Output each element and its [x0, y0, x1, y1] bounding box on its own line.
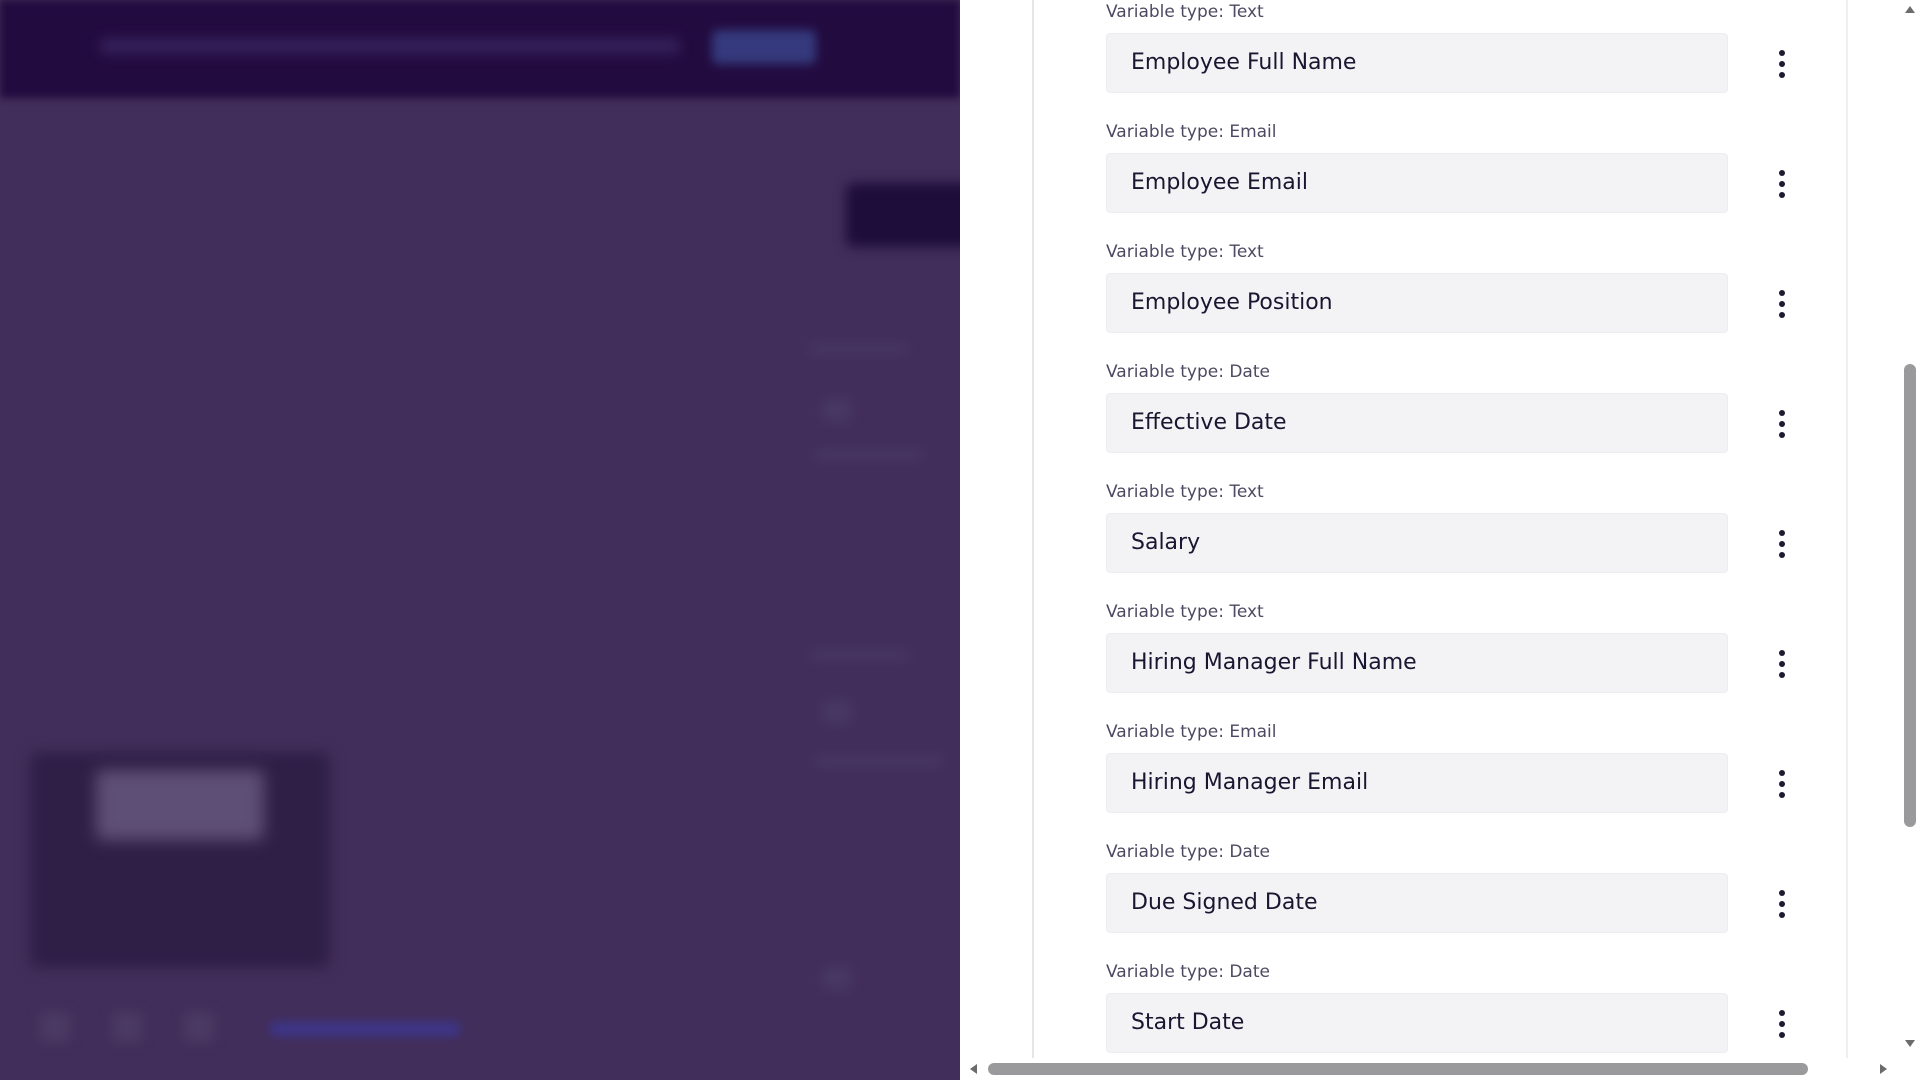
- variable-type-label: Variable type: Email: [1106, 722, 1277, 742]
- variable-row: Variable type: Email Hiring Manager Emai…: [1106, 720, 1826, 840]
- more-vertical-icon[interactable]: [1758, 1000, 1806, 1048]
- variable-type-label: Variable type: Date: [1106, 962, 1270, 982]
- background-blurred-dark-button: [846, 183, 960, 247]
- panel-right-divider: [1846, 0, 1848, 1058]
- background-blurred-icon: [112, 1012, 142, 1042]
- scroll-up-arrow-icon[interactable]: [1905, 6, 1915, 13]
- variables-side-panel: Variable type: Text Employee Full Name V…: [960, 0, 1920, 1080]
- background-blurred-line: [814, 756, 944, 766]
- variable-name-field[interactable]: Hiring Manager Full Name: [1106, 633, 1728, 693]
- background-blurred-button: [712, 30, 816, 64]
- scroll-left-arrow-icon[interactable]: [970, 1064, 977, 1074]
- background-blurred-line: [822, 966, 852, 990]
- variable-name-field[interactable]: Employee Email: [1106, 153, 1728, 213]
- horizontal-scrollbar[interactable]: [960, 1058, 1920, 1080]
- panel-left-divider: [1032, 0, 1034, 1058]
- variable-row: Variable type: Text Salary: [1106, 480, 1826, 600]
- variable-name-field[interactable]: Employee Full Name: [1106, 33, 1728, 93]
- more-vertical-icon[interactable]: [1758, 40, 1806, 88]
- scroll-down-arrow-icon[interactable]: [1905, 1040, 1915, 1047]
- screen: Variable type: Text Employee Full Name V…: [0, 0, 1920, 1080]
- background-blurred-card-image: [96, 770, 264, 840]
- horizontal-scroll-thumb[interactable]: [988, 1063, 1808, 1075]
- variable-name-field[interactable]: Effective Date: [1106, 393, 1728, 453]
- variable-name-field[interactable]: Employee Position: [1106, 273, 1728, 333]
- scroll-right-arrow-icon[interactable]: [1880, 1064, 1887, 1074]
- more-vertical-icon[interactable]: [1758, 280, 1806, 328]
- variable-type-label: Variable type: Text: [1106, 482, 1264, 502]
- more-vertical-icon[interactable]: [1758, 880, 1806, 928]
- variable-row: Variable type: Email Employee Email: [1106, 120, 1826, 240]
- variable-name-field[interactable]: Due Signed Date: [1106, 873, 1728, 933]
- variable-row: Variable type: Text Employee Position: [1106, 240, 1826, 360]
- more-vertical-icon[interactable]: [1758, 760, 1806, 808]
- background-blurred-link: [270, 1022, 460, 1036]
- background-blurred-line: [822, 398, 852, 422]
- variable-row: Variable type: Text Employee Full Name: [1106, 0, 1826, 120]
- variable-type-label: Variable type: Text: [1106, 602, 1264, 622]
- more-vertical-icon[interactable]: [1758, 160, 1806, 208]
- variable-row: Variable type: Date Due Signed Date: [1106, 840, 1826, 960]
- more-vertical-icon[interactable]: [1758, 520, 1806, 568]
- variable-row: Variable type: Date Effective Date: [1106, 360, 1826, 480]
- vertical-scrollbar[interactable]: [1900, 0, 1920, 1058]
- background-blurred-line: [808, 344, 908, 354]
- variable-name-field[interactable]: Hiring Manager Email: [1106, 753, 1728, 813]
- variable-name-field[interactable]: Salary: [1106, 513, 1728, 573]
- variable-type-label: Variable type: Email: [1106, 122, 1277, 142]
- more-vertical-icon[interactable]: [1758, 400, 1806, 448]
- background-blurred-banner: [100, 38, 680, 54]
- background-blurred-line: [814, 450, 924, 460]
- background-blurred-icon: [40, 1012, 70, 1042]
- background-blurred-icon: [184, 1012, 214, 1042]
- vertical-scroll-thumb[interactable]: [1904, 364, 1916, 827]
- vertical-scroll-track[interactable]: [1900, 14, 1920, 1038]
- variable-row: Variable type: Text Hiring Manager Full …: [1106, 600, 1826, 720]
- variable-type-label: Variable type: Text: [1106, 242, 1264, 262]
- background-blurred-line: [822, 700, 852, 724]
- background-app-overlay[interactable]: [0, 0, 960, 1080]
- variable-type-label: Variable type: Date: [1106, 842, 1270, 862]
- more-vertical-icon[interactable]: [1758, 640, 1806, 688]
- background-blurred-line: [810, 650, 910, 660]
- variable-type-label: Variable type: Text: [1106, 2, 1264, 22]
- variable-type-label: Variable type: Date: [1106, 362, 1270, 382]
- variable-name-field[interactable]: Start Date: [1106, 993, 1728, 1053]
